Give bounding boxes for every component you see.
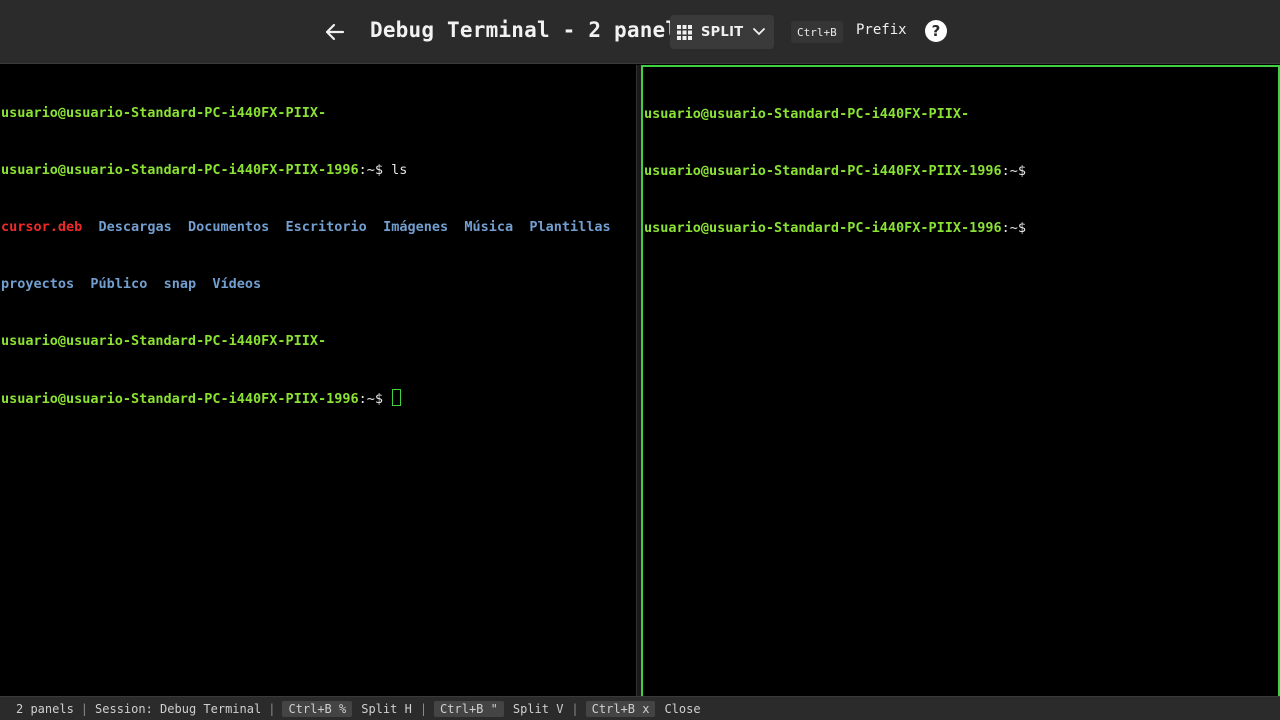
header-bar: Debug Terminal - 2 panels SPLIT Ctrl+B P… xyxy=(0,0,1280,64)
ls-entry: Vídeos xyxy=(212,276,262,292)
ls-entry: Música xyxy=(464,219,514,235)
prefix-label: Prefix xyxy=(856,22,907,38)
page-title: Debug Terminal - 2 panels xyxy=(370,18,692,42)
prompt-suffix: :~$ xyxy=(1001,163,1027,179)
ls-entry: Escritorio xyxy=(285,219,367,235)
terminal-panel-right[interactable]: usuario@usuario-Standard-PC-i440FX-PIIX-… xyxy=(641,65,1280,696)
prompt-user: usuario@usuario-Standard-PC-i440FX-PIIX- xyxy=(1,105,327,121)
terminal-output: usuario@usuario-Standard-PC-i440FX-PIIX-… xyxy=(643,67,1278,276)
prompt-user: usuario@usuario-Standard-PC-i440FX-PIIX-… xyxy=(644,220,1002,236)
ls-output-row: cursor.deb Descargas Documentos Escritor… xyxy=(1,218,636,237)
prompt-suffix: :~$ xyxy=(358,162,384,178)
terminal-line: usuario@usuario-Standard-PC-i440FX-PIIX-… xyxy=(1,161,636,180)
terminal-line: usuario@usuario-Standard-PC-i440FX-PIIX- xyxy=(644,105,1278,124)
prompt-suffix: :~$ xyxy=(1001,220,1027,236)
terminal-line: usuario@usuario-Standard-PC-i440FX-PIIX- xyxy=(1,104,636,123)
ls-entry: Público xyxy=(90,276,148,292)
separator: | xyxy=(268,701,276,716)
split-label: SPLIT xyxy=(701,24,744,40)
ls-entry: Plantillas xyxy=(529,219,611,235)
shortcut-close-key: Ctrl+B x xyxy=(585,700,656,717)
prompt-user: usuario@usuario-Standard-PC-i440FX-PIIX-… xyxy=(1,162,359,178)
shortcut-split-v-key: Ctrl+B " xyxy=(434,700,504,717)
shortcut-close-label: Close xyxy=(664,701,701,716)
ls-entry: cursor.deb xyxy=(1,219,83,235)
separator: | xyxy=(571,701,579,716)
prompt-user: usuario@usuario-Standard-PC-i440FX-PIIX-… xyxy=(1,391,359,407)
terminal-line: usuario@usuario-Standard-PC-i440FX-PIIX-… xyxy=(1,389,636,408)
status-bar: 2 panels | Session: Debug Terminal | Ctr… xyxy=(0,696,1280,720)
ls-entry: Descargas xyxy=(98,219,172,235)
prefix-key-badge: Ctrl+B xyxy=(791,21,843,43)
shortcut-split-h-label: Split H xyxy=(361,701,412,716)
separator: | xyxy=(419,701,428,716)
ls-entry: Documentos xyxy=(187,219,270,235)
shortcut-split-v-label: Split V xyxy=(512,701,564,716)
terminal-line: usuario@usuario-Standard-PC-i440FX-PIIX- xyxy=(1,332,636,351)
arrow-left-icon xyxy=(325,23,345,41)
prompt-user: usuario@usuario-Standard-PC-i440FX-PIIX-… xyxy=(644,163,1002,179)
terminal-line: usuario@usuario-Standard-PC-i440FX-PIIX-… xyxy=(644,219,1278,238)
back-button[interactable] xyxy=(320,17,350,47)
panel-count: 2 panels xyxy=(16,701,74,716)
terminal-cursor xyxy=(392,389,402,406)
grid-icon xyxy=(677,24,692,40)
question-icon: ? xyxy=(931,22,941,40)
separator: | xyxy=(80,701,89,716)
prompt-user: usuario@usuario-Standard-PC-i440FX-PIIX- xyxy=(644,106,970,122)
help-button[interactable]: ? xyxy=(925,20,947,42)
shortcut-split-h-key: Ctrl+B % xyxy=(282,700,353,717)
prompt-suffix: :~$ xyxy=(358,391,384,407)
ls-entry: Imágenes xyxy=(383,219,449,235)
terminal-line: usuario@usuario-Standard-PC-i440FX-PIIX-… xyxy=(644,162,1278,181)
terminal-output: usuario@usuario-Standard-PC-i440FX-PIIX-… xyxy=(0,65,636,446)
chevron-down-icon xyxy=(753,28,766,36)
command-text: ls xyxy=(383,162,408,178)
prompt-user: usuario@usuario-Standard-PC-i440FX-PIIX- xyxy=(1,333,327,349)
ls-entry: snap xyxy=(163,276,197,292)
ls-output-row: proyectos Público snap Vídeos xyxy=(1,275,636,294)
split-dropdown-button[interactable]: SPLIT xyxy=(670,15,774,49)
terminal-panel-left[interactable]: usuario@usuario-Standard-PC-i440FX-PIIX-… xyxy=(0,65,637,696)
ls-entry: proyectos xyxy=(1,276,75,292)
session-name: Session: Debug Terminal xyxy=(95,701,262,716)
